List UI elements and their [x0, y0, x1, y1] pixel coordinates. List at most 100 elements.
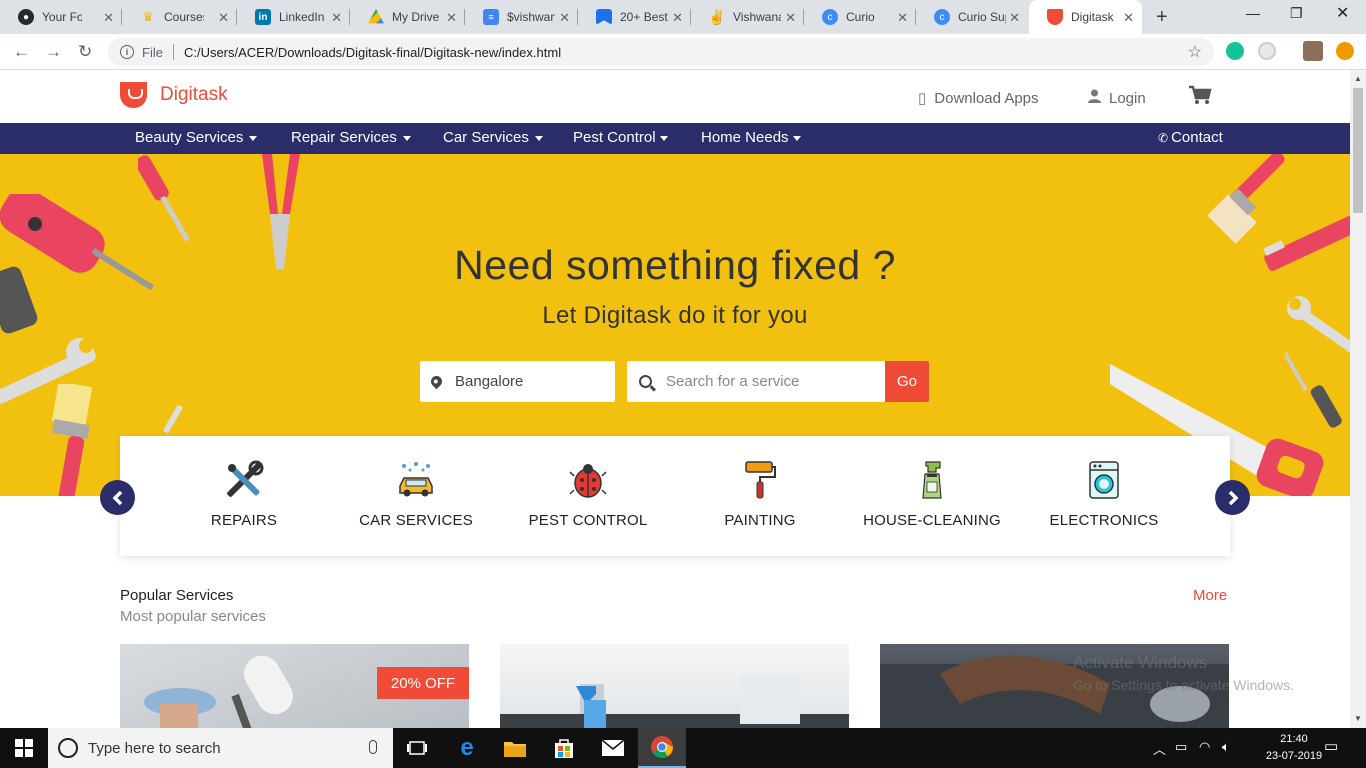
wifi-icon[interactable]: ◠: [1199, 739, 1210, 755]
category-repairs[interactable]: REPAIRS: [159, 460, 329, 529]
paintbrush-icon: [51, 384, 93, 496]
close-window-button[interactable]: ✕: [1336, 3, 1349, 23]
service-search[interactable]: [627, 361, 885, 402]
caret-down-icon: [249, 135, 258, 141]
task-view-icon: [407, 741, 427, 755]
forward-icon[interactable]: →: [45, 42, 62, 62]
browser-tab[interactable]: ✌ Vishwana ✕: [691, 0, 804, 34]
screwdriver-icon: [1285, 337, 1342, 428]
browser-toolbar: ← → ↻ i File C:/Users/ACER/Downloads/Dig…: [0, 34, 1366, 70]
close-tab-icon[interactable]: ✕: [1009, 10, 1020, 26]
login-label: Login: [1109, 89, 1146, 107]
close-tab-icon[interactable]: ✕: [331, 10, 342, 26]
browser-tab-active[interactable]: Digitask ✕: [1029, 0, 1142, 34]
close-tab-icon[interactable]: ✕: [785, 10, 796, 26]
battery-icon[interactable]: ▭: [1175, 739, 1187, 755]
category-painting[interactable]: PAINTING: [675, 460, 845, 529]
nav-car-services[interactable]: Car Services: [443, 129, 543, 146]
back-icon[interactable]: ←: [13, 42, 30, 62]
more-link[interactable]: More: [1193, 587, 1227, 604]
close-tab-icon[interactable]: ✕: [672, 10, 683, 26]
mail-app[interactable]: [589, 728, 637, 768]
store-icon: [555, 739, 573, 758]
nav-contact[interactable]: ✆ Contact: [1158, 129, 1223, 146]
carousel-next-button[interactable]: [1215, 480, 1250, 515]
close-tab-icon[interactable]: ✕: [446, 10, 457, 26]
paint-roller-icon: [745, 461, 776, 499]
microphone-icon[interactable]: [369, 740, 377, 754]
browser-tab[interactable]: 20+ Best ✕: [578, 0, 691, 34]
grammarly-icon[interactable]: [1226, 42, 1244, 60]
carousel-prev-button[interactable]: [100, 480, 135, 515]
clock-time: 21:40: [1280, 733, 1308, 745]
windows-logo-icon: [15, 739, 33, 757]
browser-tab[interactable]: My Drive ✕: [350, 0, 465, 34]
store-app[interactable]: [540, 728, 588, 768]
browser-tab[interactable]: c Curio Sup ✕: [916, 0, 1028, 34]
close-tab-icon[interactable]: ✕: [1123, 10, 1134, 26]
user-icon: [1088, 89, 1101, 107]
extension-icon[interactable]: [1258, 42, 1276, 60]
taskbar-search[interactable]: Type here to search: [48, 728, 393, 768]
screwdriver-icon: [138, 155, 190, 242]
activate-windows-title: Activate Windows: [1073, 653, 1208, 672]
browser-tab[interactable]: ♛ Courses D ✕: [122, 0, 237, 34]
nav-beauty-services[interactable]: Beauty Services: [135, 129, 258, 146]
browser-tab[interactable]: ● Your Follo ✕: [0, 0, 122, 34]
close-tab-icon[interactable]: ✕: [218, 10, 229, 26]
system-clock[interactable]: 21:40 23-07-2019: [1265, 731, 1323, 765]
go-button[interactable]: Go: [885, 361, 929, 402]
chrome-app[interactable]: [638, 728, 686, 768]
tab-title: Courses D: [164, 10, 204, 24]
category-pest-control[interactable]: PEST CONTROL: [503, 460, 673, 529]
start-button[interactable]: [0, 728, 48, 768]
mail-icon: [602, 740, 624, 756]
service-card-cleaning[interactable]: [500, 644, 849, 728]
tray-chevron-up-icon[interactable]: ︿: [1153, 739, 1166, 758]
browser-tab[interactable]: c Curio ✕: [804, 0, 916, 34]
github-icon: ●: [18, 9, 34, 25]
task-view-button[interactable]: [393, 728, 441, 768]
nav-label: Pest Control: [573, 129, 656, 146]
notifications-icon[interactable]: ▭: [1324, 737, 1338, 755]
avatar[interactable]: [1303, 41, 1323, 61]
edge-app[interactable]: e: [443, 728, 491, 768]
browser-tab-strip: ● Your Follo ✕ ♛ Courses D ✕ in LinkedIn…: [0, 0, 1366, 34]
tab-title: 20+ Best: [620, 10, 668, 24]
brand[interactable]: Digitask: [120, 82, 228, 108]
close-tab-icon[interactable]: ✕: [897, 10, 908, 26]
cart-icon[interactable]: [1188, 85, 1212, 111]
nav-pest-control[interactable]: Pest Control: [573, 129, 668, 146]
category-label: PAINTING: [724, 512, 796, 529]
category-electronics[interactable]: ELECTRONICS: [1019, 460, 1189, 529]
service-search-input[interactable]: [666, 373, 866, 390]
category-carousel: REPAIRS CAR SERVICES PEST CONTROL PAINTI…: [120, 436, 1230, 556]
scroll-down-icon[interactable]: ▼: [1354, 714, 1362, 723]
location-field[interactable]: Bangalore: [420, 361, 615, 402]
page-scrollbar[interactable]: ▲ ▼: [1350, 70, 1366, 728]
volume-icon[interactable]: 🔈︎: [1222, 739, 1230, 755]
category-car-services[interactable]: CAR SERVICES: [331, 460, 501, 529]
file-explorer-app[interactable]: [491, 728, 539, 768]
maximize-button[interactable]: ❐: [1290, 5, 1303, 22]
new-tab-button[interactable]: +: [1156, 6, 1168, 29]
reload-icon[interactable]: ↻: [78, 42, 92, 62]
bookmark-star-icon[interactable]: ☆: [1188, 42, 1202, 62]
address-bar[interactable]: i File C:/Users/ACER/Downloads/Digitask-…: [108, 38, 1214, 66]
category-house-cleaning[interactable]: HOUSE-CLEANING: [847, 460, 1017, 529]
tab-title: Vishwana: [733, 10, 781, 24]
minimize-button[interactable]: —: [1246, 5, 1260, 21]
browser-tab[interactable]: in LinkedIn ✕: [237, 0, 350, 34]
nav-home-needs[interactable]: Home Needs: [701, 129, 801, 146]
scrollbar-thumb[interactable]: [1353, 88, 1363, 213]
close-tab-icon[interactable]: ✕: [559, 10, 570, 26]
update-icon[interactable]: [1336, 42, 1354, 60]
login-link[interactable]: Login: [1088, 89, 1146, 107]
close-tab-icon[interactable]: ✕: [103, 10, 114, 26]
caret-down-icon: [659, 135, 668, 141]
info-icon[interactable]: i: [120, 45, 134, 59]
download-apps-link[interactable]: ▯ Download Apps: [918, 89, 1039, 108]
nav-repair-services[interactable]: Repair Services: [291, 129, 411, 146]
browser-tab[interactable]: ≡ $vishwan ✕: [465, 0, 578, 34]
scroll-up-icon[interactable]: ▲: [1354, 74, 1362, 83]
